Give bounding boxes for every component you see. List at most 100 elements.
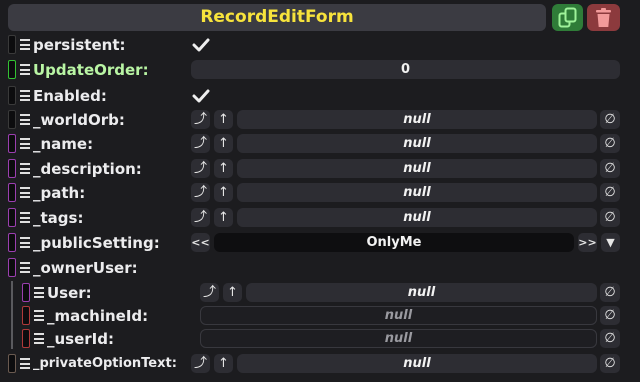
duplicate-icon: [558, 7, 577, 28]
string-type-swatch: [8, 208, 16, 227]
drag-handle-icon[interactable]: [34, 310, 44, 321]
drag-handle-icon[interactable]: [20, 90, 30, 101]
int-type-swatch: [8, 60, 16, 79]
reference-field[interactable]: null: [200, 329, 597, 348]
struct-type-swatch: [8, 258, 16, 277]
jump-to-button[interactable]: ⤴: [191, 208, 210, 227]
enum-type-swatch: [8, 233, 16, 252]
dropdown-button[interactable]: ▼: [601, 233, 620, 252]
duplicate-button[interactable]: [552, 4, 583, 31]
field-label: User:: [47, 284, 92, 302]
string-type-swatch: [8, 159, 16, 178]
set-null-button[interactable]: ∅: [600, 134, 620, 153]
reference-field[interactable]: null: [237, 183, 597, 202]
field-label: _worldOrb:: [33, 111, 125, 129]
field-row-private-option-text: _privateOptionText: ⤴ ↑ null ∅: [0, 352, 640, 376]
parent-button[interactable]: ↑: [214, 208, 233, 227]
field-label: UpdateOrder:: [33, 61, 149, 79]
field-label: _publicSetting:: [33, 234, 160, 252]
field-row-owner-user: _ownerUser:: [0, 256, 640, 280]
drag-handle-icon[interactable]: [20, 262, 30, 273]
field-label: Enabled:: [33, 87, 107, 105]
field-label: _name:: [33, 135, 94, 153]
jump-to-button[interactable]: ⤴: [191, 110, 210, 129]
reference-field[interactable]: null: [237, 159, 597, 178]
drag-handle-icon[interactable]: [20, 114, 30, 125]
enum-value-field[interactable]: OnlyMe: [214, 233, 574, 252]
field-row-machine-id: _machineId: null ∅: [0, 304, 640, 328]
parent-button[interactable]: ↑: [223, 283, 242, 302]
parent-button[interactable]: ↑: [214, 134, 233, 153]
field-row-user-id: _userId: null ∅: [0, 327, 640, 351]
set-null-button[interactable]: ∅: [600, 306, 620, 325]
field-label: _description:: [33, 160, 142, 178]
parent-button[interactable]: ↑: [214, 110, 233, 129]
field-row-tags: _tags: ⤴ ↑ null ∅: [0, 206, 640, 230]
field-row-user: User: ⤴ ↑ null ∅: [0, 281, 640, 305]
string-type-swatch: [8, 134, 16, 153]
jump-to-button[interactable]: ⤴: [191, 183, 210, 202]
bool-type-swatch: [8, 86, 16, 105]
reference-field[interactable]: null: [237, 134, 597, 153]
reference-field[interactable]: null: [246, 283, 597, 302]
delete-button[interactable]: [587, 4, 620, 31]
ref-type-swatch: [22, 329, 30, 348]
field-label: _ownerUser:: [33, 259, 138, 277]
set-null-button[interactable]: ∅: [600, 329, 620, 348]
drag-handle-icon[interactable]: [20, 163, 30, 174]
reference-field[interactable]: null: [237, 208, 597, 227]
field-label: _userId:: [47, 330, 114, 348]
field-row-update-order: UpdateOrder: 0: [0, 58, 640, 82]
set-null-button[interactable]: ∅: [600, 208, 620, 227]
reference-field[interactable]: null: [237, 354, 597, 373]
reference-field[interactable]: null: [200, 306, 597, 325]
drag-handle-icon[interactable]: [34, 333, 44, 344]
next-option-button[interactable]: >>: [578, 233, 597, 252]
component-title: RecordEditForm: [8, 4, 546, 31]
ref-type-swatch: [22, 306, 30, 325]
reference-field[interactable]: null: [237, 110, 597, 129]
drag-handle-icon[interactable]: [34, 287, 44, 298]
drag-handle-icon[interactable]: [20, 212, 30, 223]
drag-handle-icon[interactable]: [20, 39, 30, 50]
jump-to-button[interactable]: ⤴: [200, 283, 219, 302]
ref-type-swatch: [8, 354, 16, 373]
drag-handle-icon[interactable]: [20, 187, 30, 198]
drag-handle-icon[interactable]: [20, 237, 30, 248]
field-row-world-orb: _worldOrb: ⤴ ↑ null ∅: [0, 108, 640, 132]
checkbox-enabled[interactable]: [192, 89, 210, 103]
field-label: _machineId:: [47, 307, 149, 325]
parent-button[interactable]: ↑: [214, 159, 233, 178]
field-label: _tags:: [33, 209, 84, 227]
drag-handle-icon[interactable]: [20, 64, 30, 75]
field-row-name: _name: ⤴ ↑ null ∅: [0, 132, 640, 156]
drag-handle-icon[interactable]: [20, 138, 30, 149]
field-label: _path:: [33, 184, 86, 202]
parent-button[interactable]: ↑: [214, 354, 233, 373]
string-type-swatch: [8, 183, 16, 202]
checkbox-persistent[interactable]: [192, 38, 210, 52]
set-null-button[interactable]: ∅: [600, 183, 620, 202]
field-row-persistent: persistent:: [0, 33, 640, 57]
update-order-input[interactable]: 0: [191, 60, 620, 79]
field-label: persistent:: [33, 36, 126, 54]
trash-icon: [596, 8, 611, 27]
jump-to-button[interactable]: ⤴: [191, 159, 210, 178]
field-label: _privateOptionText:: [33, 356, 177, 371]
ref-type-swatch: [22, 283, 30, 302]
set-null-button[interactable]: ∅: [600, 159, 620, 178]
set-null-button[interactable]: ∅: [600, 110, 620, 129]
field-row-enabled: Enabled:: [0, 84, 640, 108]
ref-type-swatch: [8, 110, 16, 129]
field-row-description: _description: ⤴ ↑ null ∅: [0, 157, 640, 181]
previous-option-button[interactable]: <<: [191, 233, 210, 252]
drag-handle-icon[interactable]: [20, 358, 30, 369]
parent-button[interactable]: ↑: [214, 183, 233, 202]
field-row-path: _path: ⤴ ↑ null ∅: [0, 181, 640, 205]
bool-type-swatch: [8, 35, 16, 54]
set-null-button[interactable]: ∅: [600, 354, 620, 373]
jump-to-button[interactable]: ⤴: [191, 134, 210, 153]
set-null-button[interactable]: ∅: [600, 283, 620, 302]
jump-to-button[interactable]: ⤴: [191, 354, 210, 373]
field-row-public-setting: _publicSetting: << OnlyMe >> ▼: [0, 231, 640, 255]
